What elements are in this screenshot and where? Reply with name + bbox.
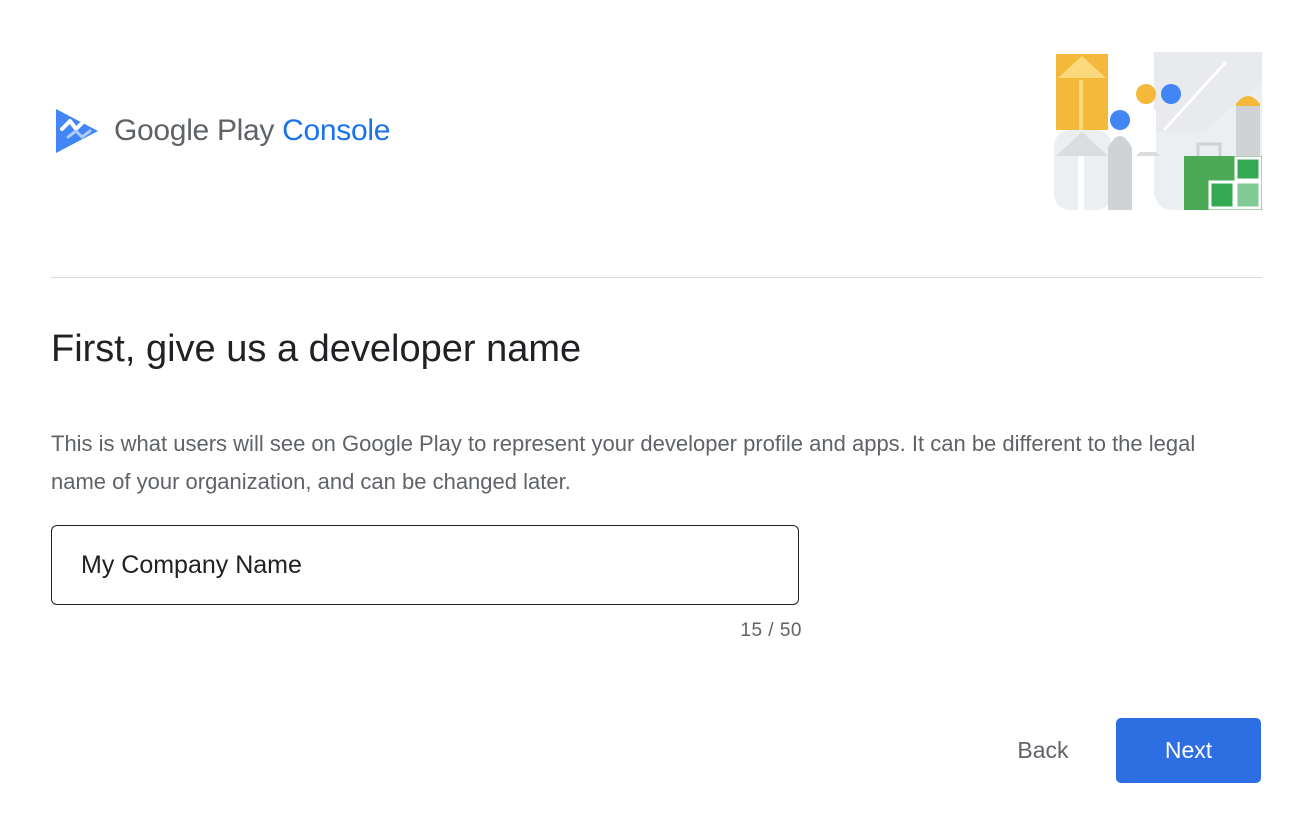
header-divider [51, 277, 1262, 278]
page-description: This is what users will see on Google Pl… [51, 431, 1196, 494]
play-console-icon [56, 109, 98, 153]
logo-text: Google Play Console [114, 114, 390, 148]
developer-name-page: Google Play Console First, give us a dev… [0, 0, 1308, 822]
developer-name-input[interactable] [81, 550, 771, 580]
play-console-logo: Google Play Console [54, 106, 390, 156]
back-button[interactable]: Back [990, 718, 1096, 782]
character-counter: 15 / 50 [740, 620, 802, 641]
logo-text-console: Console [282, 114, 391, 147]
next-button[interactable]: Next [1116, 718, 1261, 783]
logo-text-google-play: Google Play [114, 114, 275, 147]
developer-name-field[interactable] [51, 525, 799, 605]
page-title: First, give us a developer name [51, 328, 582, 370]
developer-illustration [1054, 52, 1262, 210]
